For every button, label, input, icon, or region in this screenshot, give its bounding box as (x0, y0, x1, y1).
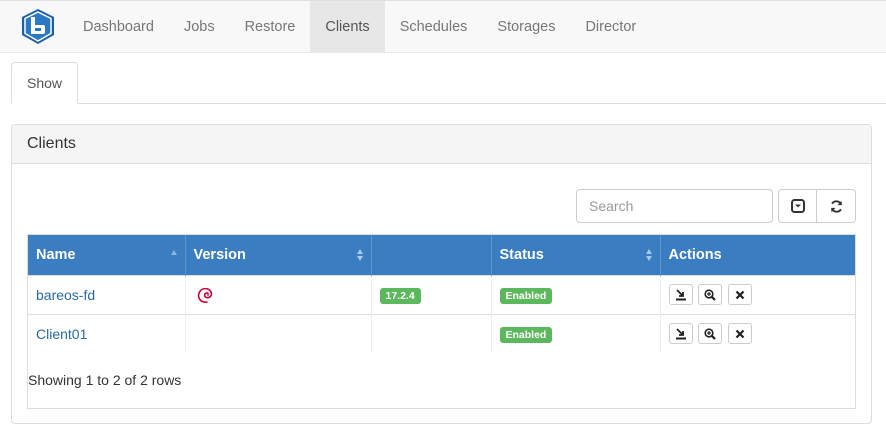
status-badge: Enabled (499, 287, 553, 304)
close-icon (736, 329, 745, 339)
column-header-actions: Actions (660, 235, 855, 275)
sort-both-icon (356, 249, 363, 261)
tab-show[interactable]: Show (11, 62, 78, 104)
zoom-in-icon (704, 328, 717, 341)
table-row: Client01 Enabled (28, 313, 855, 353)
column-header-name[interactable]: Name (28, 235, 186, 275)
panel-title: Clients (12, 125, 871, 164)
table-toolbar (778, 189, 856, 223)
sort-both-icon (645, 249, 652, 261)
pagination-info: Showing 1 to 2 of 2 rows (28, 372, 182, 388)
details-button[interactable] (698, 323, 723, 345)
restore-icon (675, 289, 686, 301)
columns-toggle-button[interactable] (778, 189, 817, 223)
version-badge: 17.2.4 (379, 287, 421, 304)
zoom-in-icon (704, 289, 717, 301)
client-name-link[interactable]: Client01 (36, 326, 87, 342)
nav-jobs[interactable]: Jobs (169, 1, 230, 53)
nav-schedules[interactable]: Schedules (385, 1, 483, 53)
restore-button[interactable] (668, 284, 693, 305)
table-row: bareos-fd 17.2.4 Enabled (28, 274, 855, 314)
top-navbar: Dashboard Jobs Restore Clients Schedules… (0, 0, 886, 53)
sub-tabs: Show (11, 62, 886, 104)
delete-button[interactable] (728, 284, 753, 305)
main-nav: Dashboard Jobs Restore Clients Schedules… (68, 1, 651, 53)
nav-restore[interactable]: Restore (230, 1, 311, 53)
refresh-icon (830, 199, 842, 213)
status-badge: Enabled (499, 326, 553, 343)
client-name-link[interactable]: bareos-fd (36, 287, 95, 303)
search-input[interactable] (576, 189, 773, 223)
clients-table: Name Version Status Actions bareos-fd 17… (27, 234, 856, 409)
nav-clients[interactable]: Clients (310, 1, 385, 53)
details-button[interactable] (698, 284, 723, 305)
column-header-status[interactable]: Status (491, 235, 661, 275)
columns-toggle-icon (790, 199, 805, 213)
close-icon (736, 290, 745, 300)
clients-panel: Clients Name (11, 124, 872, 424)
nav-storages[interactable]: Storages (482, 1, 570, 53)
bareos-logo-icon[interactable] (20, 8, 56, 45)
column-header-version[interactable]: Version (185, 235, 372, 275)
sort-asc-icon (170, 250, 177, 255)
nav-dashboard[interactable]: Dashboard (68, 1, 169, 53)
column-header-blank (371, 235, 492, 275)
restore-icon (675, 328, 686, 340)
restore-button[interactable] (668, 323, 693, 345)
delete-button[interactable] (728, 323, 753, 345)
debian-icon (197, 287, 212, 303)
refresh-button[interactable] (817, 189, 856, 223)
nav-director[interactable]: Director (570, 1, 651, 53)
